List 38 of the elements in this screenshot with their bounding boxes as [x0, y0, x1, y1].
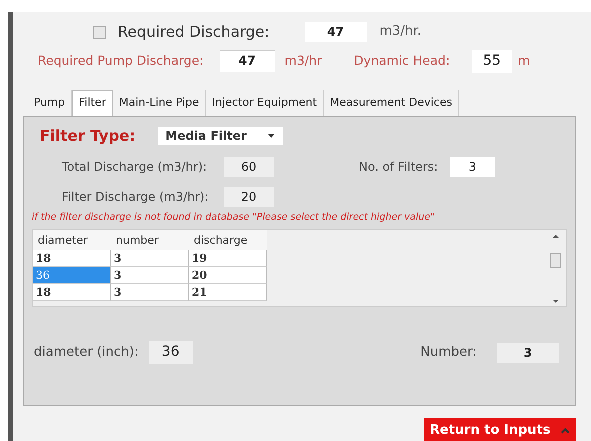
chevron-icon	[561, 428, 570, 434]
value-field[interactable]: 55	[472, 50, 512, 72]
table-cell[interactable]: 21	[189, 284, 267, 302]
table-cell[interactable]: 18	[33, 284, 111, 302]
value-field[interactable]: 60	[224, 157, 274, 177]
field-label: Required Discharge:	[118, 22, 270, 43]
table-cell[interactable]: 19	[189, 250, 267, 268]
value-field[interactable]: 36	[148, 341, 193, 364]
column-header[interactable]: number	[111, 230, 189, 250]
checkbox[interactable]	[93, 26, 106, 38]
column-header[interactable]: discharge	[189, 230, 267, 250]
value-field[interactable]: 20	[224, 187, 274, 207]
column-header[interactable]: diameter	[33, 230, 111, 250]
field-label: Filter Discharge (m3/hr):	[62, 189, 210, 206]
field-label: Total Discharge (m3/hr):	[62, 159, 208, 176]
value-field[interactable]: 3	[497, 342, 559, 363]
note-text: if the filter discharge is not found in database "Please select the direct higher value"	[32, 211, 436, 225]
caret-icon	[268, 134, 275, 138]
field-label: Filter Type:	[40, 126, 136, 146]
unit-label: m3/hr.	[380, 23, 422, 42]
field-label: Number:	[420, 344, 477, 362]
value-field[interactable]: 47	[220, 50, 275, 72]
return-button[interactable]: Return to Inputs	[424, 418, 576, 441]
dropdown[interactable]: Media Filter	[158, 126, 283, 145]
field-label: diameter (inch):	[34, 344, 139, 362]
field-label: Dynamic Head:	[354, 52, 450, 70]
value-field[interactable]: 47	[304, 22, 367, 42]
unit-label: m3/hr	[284, 52, 322, 70]
table-cell[interactable]: 20	[189, 267, 267, 284]
table-cell[interactable]: 3	[111, 250, 189, 268]
field-label: No. of Filters:	[359, 159, 438, 176]
value-field[interactable]: 3	[450, 157, 496, 177]
unit-label: m	[518, 52, 530, 70]
table-cell[interactable]: 3	[111, 267, 189, 284]
table-cell[interactable]: 18	[33, 250, 111, 268]
tab[interactable]: Filter	[72, 90, 114, 116]
field-label: Required Pump Discharge:	[38, 52, 204, 70]
table-cell[interactable]: 3	[111, 284, 189, 302]
